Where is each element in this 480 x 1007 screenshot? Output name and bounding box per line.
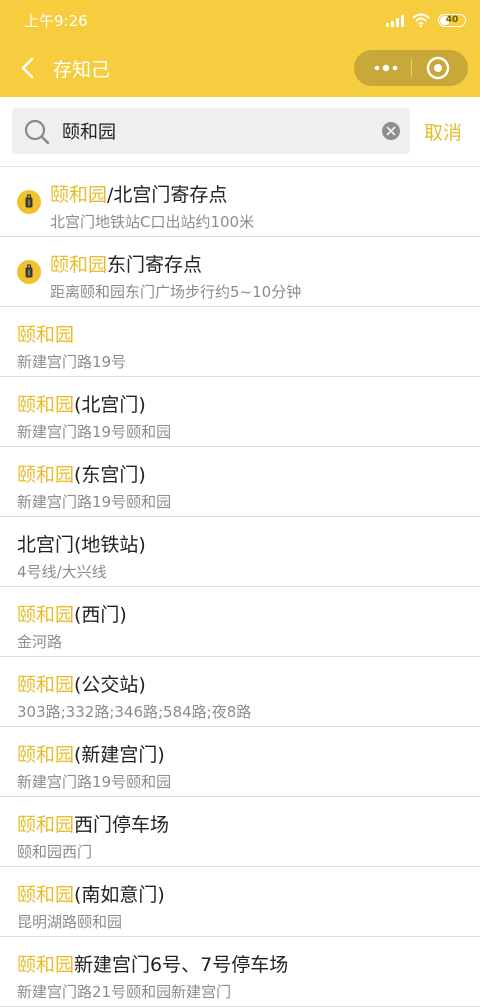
close-circle-icon (426, 56, 450, 80)
luggage-icon (17, 190, 41, 214)
result-title-highlight: 颐和园 (17, 954, 75, 976)
result-subtitle: 新建宫门路19号 (17, 353, 127, 371)
back-chevron-icon (21, 57, 34, 79)
result-title-highlight: 颐和园 (17, 744, 75, 766)
result-title: 北宫门(地铁站) (17, 530, 146, 557)
result-title: 颐和园西门停车场 (17, 810, 169, 837)
search-bar: 取消 (0, 97, 480, 167)
result-title-rest: 新建宫门6号、7号停车场 (74, 954, 289, 976)
search-icon (24, 119, 50, 145)
cancel-button[interactable]: 取消 (424, 118, 462, 145)
status-icons: 40 (386, 10, 466, 30)
result-title: 颐和园东门寄存点 (50, 250, 202, 277)
list-item[interactable]: 颐和园(北宫门) 新建宫门路19号颐和园 (0, 377, 480, 447)
result-title: 颐和园新建宫门6号、7号停车场 (17, 950, 288, 977)
search-box[interactable] (12, 108, 410, 154)
page-title: 存知己 (53, 59, 111, 81)
capsule-divider (411, 59, 412, 77)
miniprogram-capsule (354, 50, 468, 86)
result-title-highlight: 颐和园 (17, 394, 75, 416)
result-subtitle: 北宫门地铁站C口出站约100米 (50, 213, 255, 231)
result-title-rest: (公交站) (74, 674, 146, 696)
more-dots-icon (374, 64, 398, 72)
result-title-rest: (东宫门) (74, 464, 146, 486)
result-title: 颐和园(东宫门) (17, 460, 146, 487)
list-item[interactable]: 颐和园(公交站) 303路;332路;346路;584路;夜8路 (0, 657, 480, 727)
result-title-rest: (新建宫门) (74, 744, 165, 766)
result-subtitle: 距离颐和园东门广场步行约5~10分钟 (50, 283, 302, 301)
list-item[interactable]: 颐和园 新建宫门路19号 (0, 307, 480, 377)
list-item[interactable]: 颐和园新建宫门6号、7号停车场 新建宫门路21号颐和园新建宫门 (0, 937, 480, 1007)
signal-icon (386, 13, 404, 27)
list-item[interactable]: 颐和园(新建宫门) 新建宫门路19号颐和园 (0, 727, 480, 797)
battery-level: 40 (445, 14, 459, 25)
result-title: 颐和园(南如意门) (17, 880, 165, 907)
result-title-highlight: 颐和园 (17, 674, 75, 696)
result-subtitle: 4号线/大兴线 (17, 563, 107, 581)
list-item[interactable]: 颐和园(南如意门) 昆明湖路颐和园 (0, 867, 480, 937)
search-input[interactable] (62, 116, 382, 146)
result-title: 颐和园 (17, 320, 74, 347)
result-subtitle: 新建宫门路19号颐和园 (17, 423, 172, 441)
result-title-rest: (南如意门) (74, 884, 165, 906)
luggage-icon (17, 260, 41, 284)
result-subtitle: 新建宫门路19号颐和园 (17, 493, 172, 511)
result-title-rest: 北宫门(地铁站) (17, 534, 146, 556)
list-item[interactable]: 颐和园东门寄存点 距离颐和园东门广场步行约5~10分钟 (0, 237, 480, 307)
list-item[interactable]: 北宫门(地铁站) 4号线/大兴线 (0, 517, 480, 587)
result-title-highlight: 颐和园 (50, 254, 108, 276)
list-item[interactable]: 颐和园/北宫门寄存点 北宫门地铁站C口出站约100米 (0, 167, 480, 237)
result-subtitle: 昆明湖路颐和园 (17, 913, 123, 931)
result-title-highlight: 颐和园 (17, 884, 75, 906)
list-item[interactable]: 颐和园(西门) 金河路 (0, 587, 480, 657)
result-title-rest: (西门) (74, 604, 127, 626)
battery-icon: 40 (438, 13, 466, 27)
result-title-rest: (北宫门) (74, 394, 146, 416)
result-title-rest: 西门停车场 (74, 814, 170, 836)
result-title-highlight: 颐和园 (17, 324, 75, 346)
result-title: 颐和园(公交站) (17, 670, 146, 697)
list-item[interactable]: 颐和园西门停车场 颐和园西门 (0, 797, 480, 867)
result-title-highlight: 颐和园 (50, 184, 108, 206)
result-subtitle: 金河路 (17, 633, 63, 651)
result-title: 颐和园(西门) (17, 600, 127, 627)
result-title: 颐和园(新建宫门) (17, 740, 165, 767)
back-button[interactable] (14, 54, 42, 82)
clear-icon[interactable] (382, 122, 400, 140)
close-miniprogram-button[interactable] (416, 50, 460, 86)
result-subtitle: 颐和园西门 (17, 843, 93, 861)
search-results-list: 颐和园/北宫门寄存点 北宫门地铁站C口出站约100米 颐和园东门寄存点 距离颐和… (0, 167, 480, 1007)
result-title-highlight: 颐和园 (17, 814, 75, 836)
result-title-rest: /北宫门寄存点 (107, 184, 228, 206)
result-subtitle: 303路;332路;346路;584路;夜8路 (17, 703, 252, 721)
result-title-rest: 东门寄存点 (107, 254, 203, 276)
result-title-highlight: 颐和园 (17, 604, 75, 626)
list-item[interactable]: 颐和园(东宫门) 新建宫门路19号颐和园 (0, 447, 480, 517)
result-subtitle: 新建宫门路19号颐和园 (17, 773, 172, 791)
app-header: 上午9:26 40 存知己 (0, 0, 480, 97)
status-bar: 上午9:26 40 (0, 0, 480, 40)
result-title-highlight: 颐和园 (17, 464, 75, 486)
result-title: 颐和园(北宫门) (17, 390, 146, 417)
result-title: 颐和园/北宫门寄存点 (50, 180, 227, 207)
wifi-icon (412, 13, 430, 27)
more-button[interactable] (366, 50, 406, 86)
status-time: 上午9:26 (24, 12, 88, 30)
